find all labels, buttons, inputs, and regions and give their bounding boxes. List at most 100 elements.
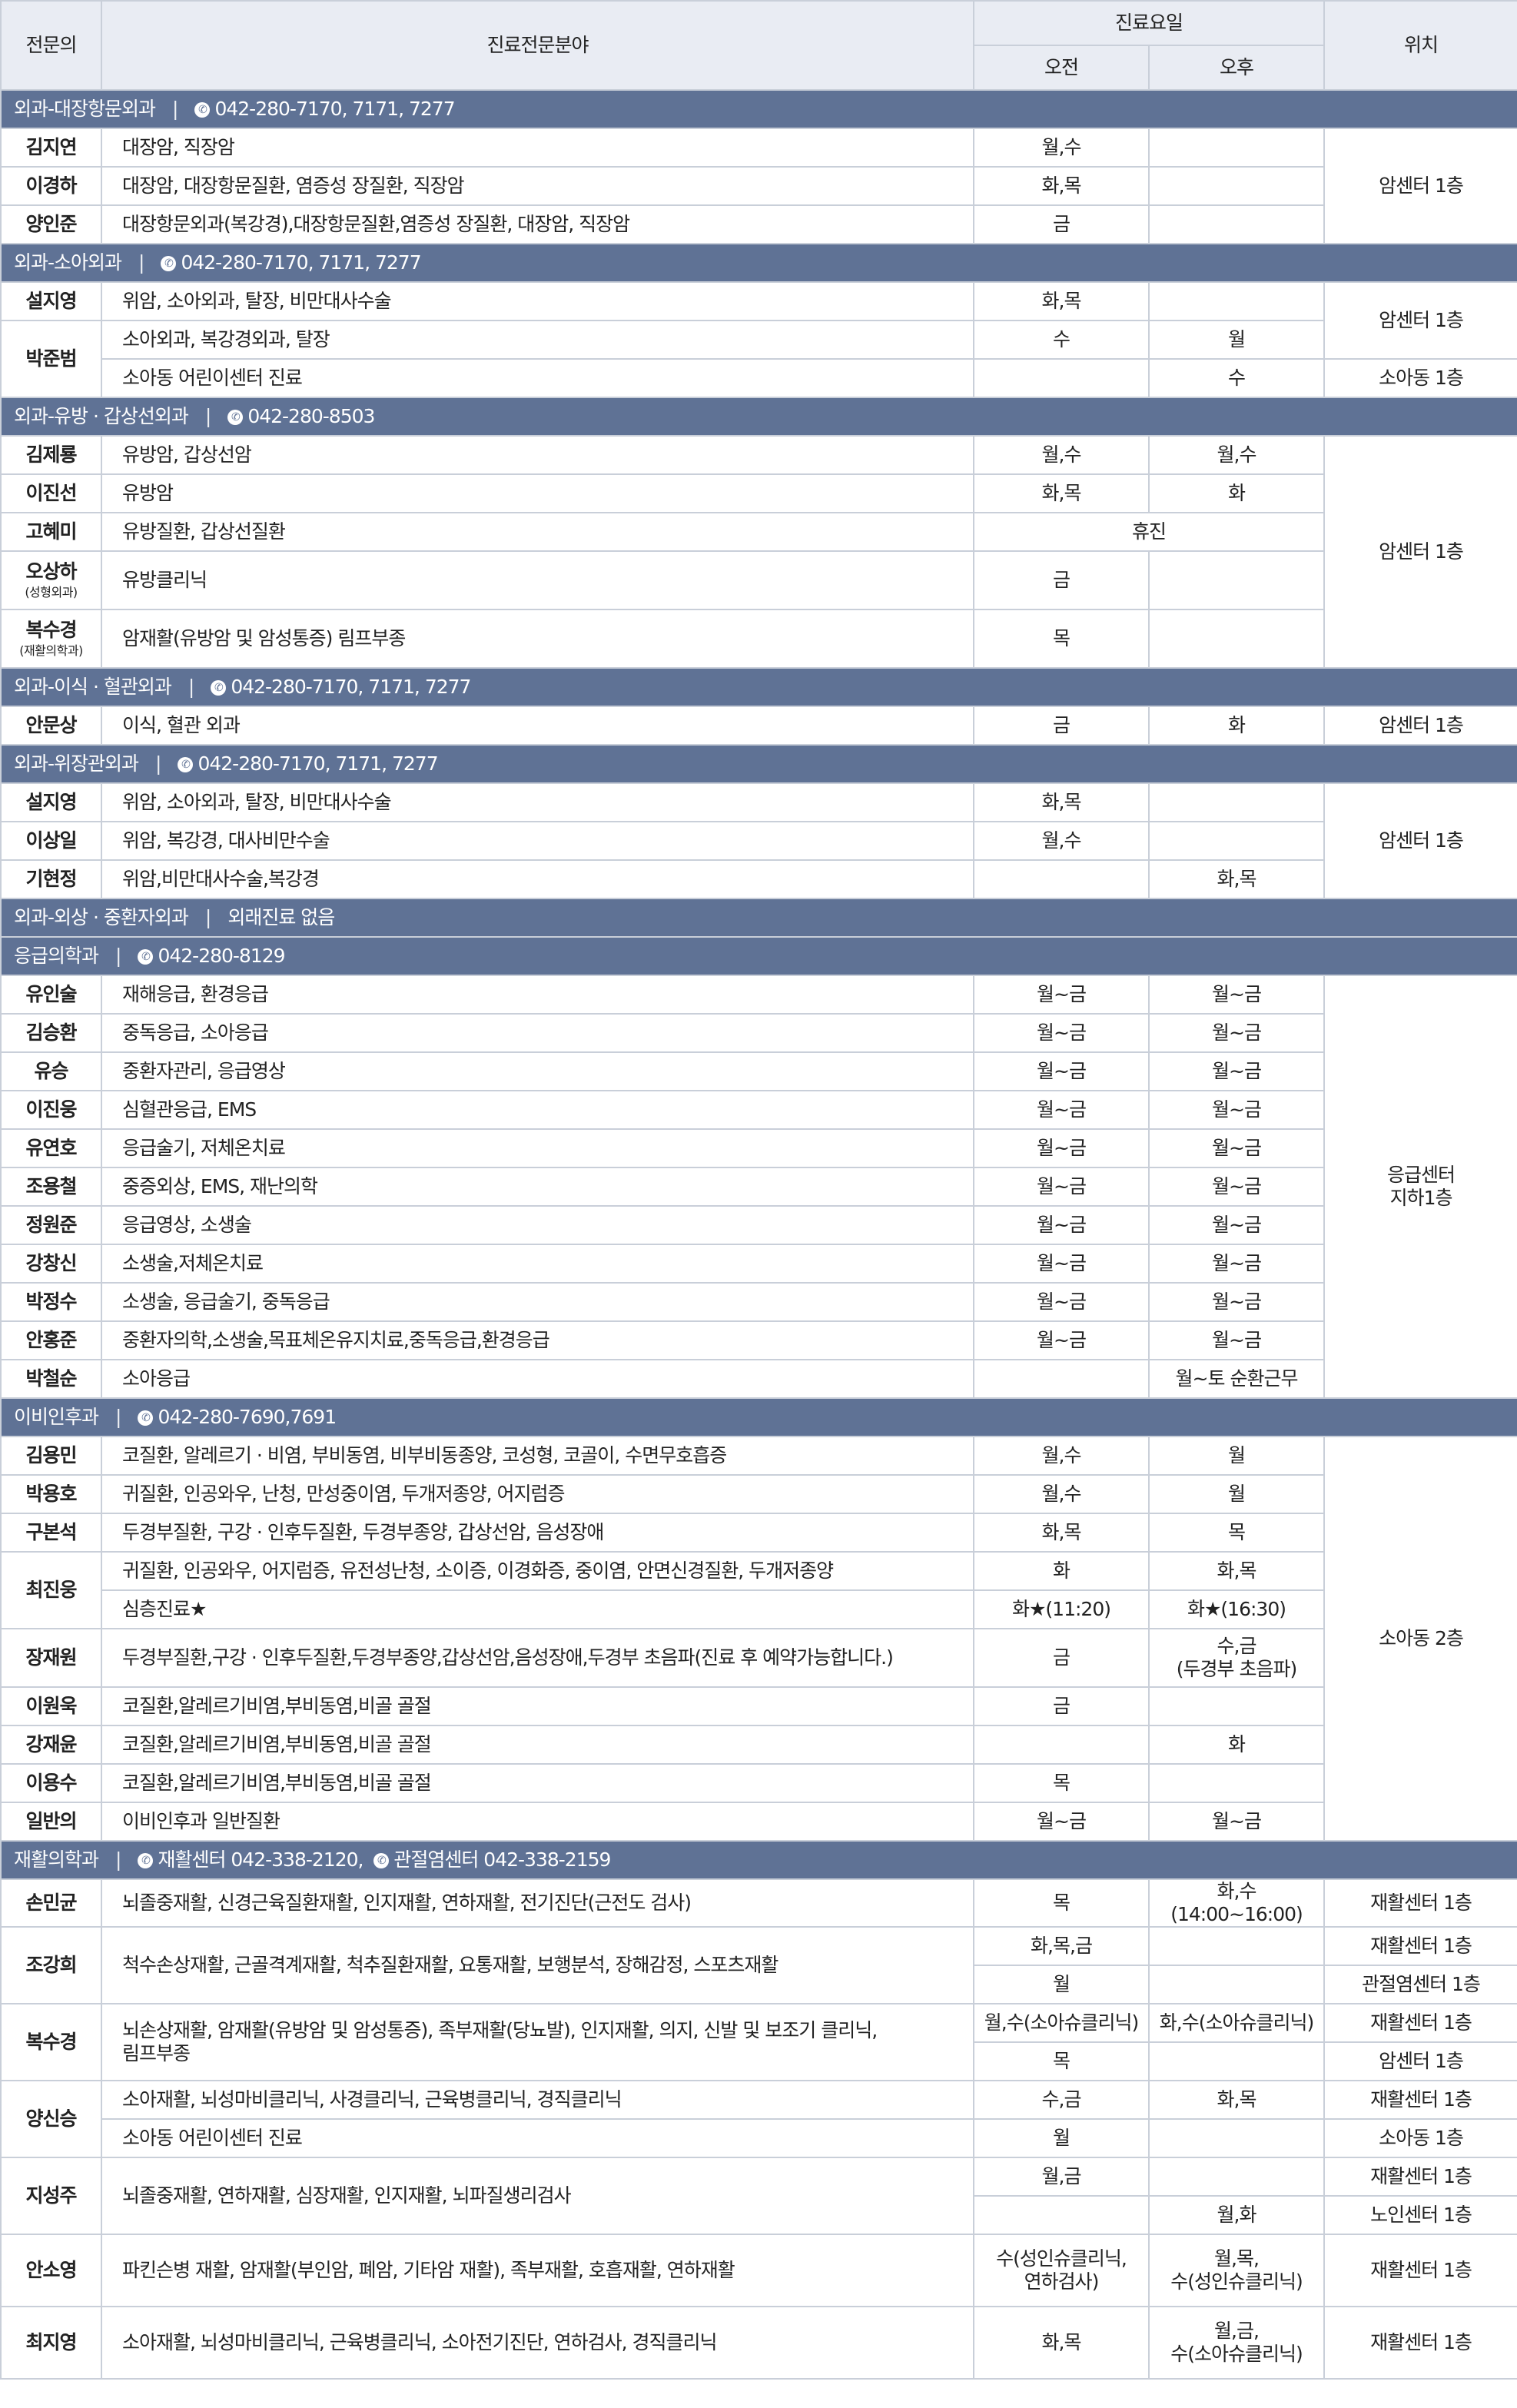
- table-row: 손민균 뇌졸중재활, 신경근육질환재활, 인지재활, 연하재활, 전기진단(근전도…: [0, 1878, 1517, 1928]
- am-day: 월~금: [973, 1244, 1150, 1284]
- table-row: 박철순 소아응급 월~토 순환근무: [0, 1359, 1517, 1399]
- table-row: 조용철 중증외상, EMS, 재난의학 월~금 월~금: [0, 1167, 1517, 1207]
- doctor-name: 최지영: [0, 2306, 102, 2380]
- specialty: 소아외과, 복강경외과, 탈장: [101, 320, 974, 360]
- pm-day: [1147, 204, 1326, 244]
- pm-day: 화: [1147, 706, 1326, 746]
- specialty: 코질환, 알레르기 · 비염, 부비동염, 비부비동종양, 코성형, 코골이, …: [101, 1436, 974, 1476]
- table-row: 이진선 유방암 화,목 화: [0, 473, 1517, 513]
- table-row: 복수경 (재활의학과) 암재활(유방암 및 암성통증) 림프부종 목: [0, 609, 1517, 669]
- am-day: [973, 859, 1150, 899]
- doctor-name: 기현정: [0, 859, 102, 899]
- location: 암센터 1층: [1323, 2041, 1517, 2081]
- pm-day: 화: [1147, 1725, 1326, 1765]
- table-row: 유연호 응급술기, 저체온치료 월~금 월~금: [0, 1128, 1517, 1168]
- table-row: 최지영 소아재활, 뇌성마비클리닉, 근육병클리닉, 소아전기진단, 연하검사, …: [0, 2306, 1517, 2380]
- doctor-name: 김제룡: [0, 435, 102, 475]
- dept-name: 재활의학과: [14, 1848, 99, 1871]
- doctor-name: 안소영: [0, 2234, 102, 2307]
- clinic-schedule-table: 전문의 진료전문분야 진료요일 위치 오전 오후 외과-대장항문외과 | ✆ 042-…: [0, 0, 1517, 2380]
- doctor-name: 유인술: [0, 975, 102, 1015]
- am-day: 목: [973, 1763, 1150, 1803]
- pm-day: 월,화: [1147, 2195, 1326, 2235]
- am-day: 수,금: [973, 2080, 1150, 2120]
- location: 소아동 2층: [1323, 1436, 1517, 1842]
- table-row: 강재윤 코질환,알레르기비염,부비동염,비골 골절 화: [0, 1725, 1517, 1765]
- section-header: 외과-대장항문외과 | ✆ 042-280-7170, 7171, 7277: [0, 89, 1517, 129]
- doctor-name: 박준범: [0, 320, 102, 398]
- specialty: 유방암: [101, 473, 974, 513]
- location: 재활센터 1층: [1323, 2234, 1517, 2307]
- header-days: 진료요일: [972, 0, 1326, 46]
- doctor-name: 김승환: [0, 1013, 102, 1053]
- table-row: 조강희 척수손상재활, 근골격계재활, 척추질환재활, 요통재활, 보행분석, 장…: [0, 1926, 1517, 2004]
- am-day: 금: [973, 706, 1150, 746]
- table-row: 강창신 소생술,저체온치료 월~금 월~금: [0, 1244, 1517, 1284]
- dept-contact: 042-280-7170, 7171, 7277: [181, 251, 421, 274]
- table-row: 오상하 (성형외과) 유방클리닉 금: [0, 550, 1517, 610]
- dept-name: 외과-위장관외과: [14, 752, 139, 775]
- specialty: 대장암, 직장암: [101, 128, 974, 168]
- am-day: 월~금: [973, 1128, 1150, 1168]
- table-row: 이상일 위암, 복강경, 대사비만수술 월,수: [0, 821, 1517, 861]
- location: 암센터 1층: [1323, 782, 1517, 899]
- am-day: 화,목: [973, 1513, 1150, 1553]
- table-row: 이용수 코질환,알레르기비염,부비동염,비골 골절 목: [0, 1763, 1517, 1803]
- dept-contact: 042-280-8129: [158, 945, 285, 967]
- pm-day: 월~금: [1147, 1205, 1326, 1245]
- header-doctor: 전문의: [0, 0, 102, 91]
- pm-day: 월,목, 수(성인슈클리닉): [1147, 2234, 1326, 2307]
- specialty: 척수손상재활, 근골격계재활, 척추질환재활, 요통재활, 보행분석, 장해감정…: [101, 1926, 974, 2004]
- header-am: 오전: [973, 45, 1150, 91]
- am-day: 월: [973, 2118, 1150, 2158]
- dept-contact: 042-280-7170, 7171, 7277: [231, 676, 471, 698]
- pm-day: 수,금 (두경부 초음파): [1147, 1628, 1326, 1688]
- doctor-name: 양신승: [0, 2080, 102, 2158]
- table-row: 설지영 위암, 소아외과, 탈장, 비만대사수술 화,목 암센터 1층: [0, 281, 1517, 360]
- pm-day: 목: [1147, 1513, 1326, 1553]
- am-day: 목: [973, 2041, 1150, 2081]
- table-row: 이경하 대장암, 대장항문질환, 염증성 장질환, 직장암 화,목: [0, 166, 1517, 206]
- doctor-dept-note: (재활의학과): [19, 643, 83, 659]
- doctor-name: 설지영: [0, 782, 102, 822]
- table-row: 김용민 코질환, 알레르기 · 비염, 부비동염, 비부비동종양, 코성형, 코골…: [0, 1436, 1517, 1842]
- dept-contact: 042-280-7170, 7171, 7277: [214, 98, 455, 120]
- location: 재활센터 1층: [1323, 1926, 1517, 1966]
- specialty: 소아재활, 뇌성마비클리닉, 사경클리닉, 근육병클리닉, 경직클리닉: [101, 2080, 974, 2120]
- doctor-name: 박정수: [0, 1282, 102, 1322]
- am-day: 월,수: [973, 1474, 1150, 1514]
- doctor-name: 유연호: [0, 1128, 102, 1168]
- section-header: 외과-유방 · 갑상선외과 | ✆ 042-280-8503: [0, 397, 1517, 437]
- section-header: 이비인후과 | ✆ 042-280-7690,7691: [0, 1397, 1517, 1437]
- pm-day: 화,목: [1147, 1551, 1326, 1591]
- am-day: 금: [973, 1686, 1150, 1726]
- pm-day: 월,금, 수(소아슈클리닉): [1147, 2306, 1326, 2380]
- pm-day: 월~토 순환근무: [1147, 1359, 1326, 1399]
- location: 재활센터 1층: [1323, 2157, 1517, 2197]
- table-row: 구본석 두경부질환, 구강 · 인후두질환, 두경부종양, 갑상선암, 음성장애 화…: [0, 1513, 1517, 1553]
- doctor-name: 설지영: [0, 281, 102, 321]
- am-day: 월~금: [973, 1167, 1150, 1207]
- table-row: 유승 중환자관리, 응급영상 월~금 월~금: [0, 1051, 1517, 1091]
- specialty: 암재활(유방암 및 암성통증) 림프부종: [101, 609, 974, 669]
- pm-day: 수: [1147, 358, 1326, 398]
- table-row: 장재원 두경부질환,구강 · 인후두질환,두경부종양,갑상선암,음성장애,두경부 …: [0, 1628, 1517, 1688]
- specialty: 귀질환, 인공와우, 난청, 만성중이염, 두개저종양, 어지럼증: [101, 1474, 974, 1514]
- pm-day: [1147, 1926, 1326, 1966]
- specialty: 소아응급: [101, 1359, 974, 1399]
- pm-day: 월: [1147, 1474, 1326, 1514]
- specialty: 대장항문외과(복강경),대장항문질환,염증성 장질환, 대장암, 직장암: [101, 204, 974, 244]
- phone-icon: ✆: [138, 1410, 154, 1426]
- pm-day: [1147, 550, 1326, 610]
- location: 소아동 1층: [1323, 2118, 1517, 2158]
- pm-day: 화★(16:30): [1147, 1589, 1326, 1629]
- location: 재활센터 1층: [1323, 2003, 1517, 2043]
- dept-name: 외과-유방 · 갑상선외과: [14, 405, 189, 427]
- am-day: 월~금: [973, 1205, 1150, 1245]
- doctor-name: 김용민: [0, 1436, 102, 1476]
- header-pm: 오후: [1147, 45, 1326, 91]
- am-day: 월,수: [973, 435, 1150, 475]
- specialty: 유방질환, 갑상선질환: [101, 512, 974, 552]
- am-day: [973, 1359, 1150, 1399]
- location: 재활센터 1층: [1323, 2306, 1517, 2380]
